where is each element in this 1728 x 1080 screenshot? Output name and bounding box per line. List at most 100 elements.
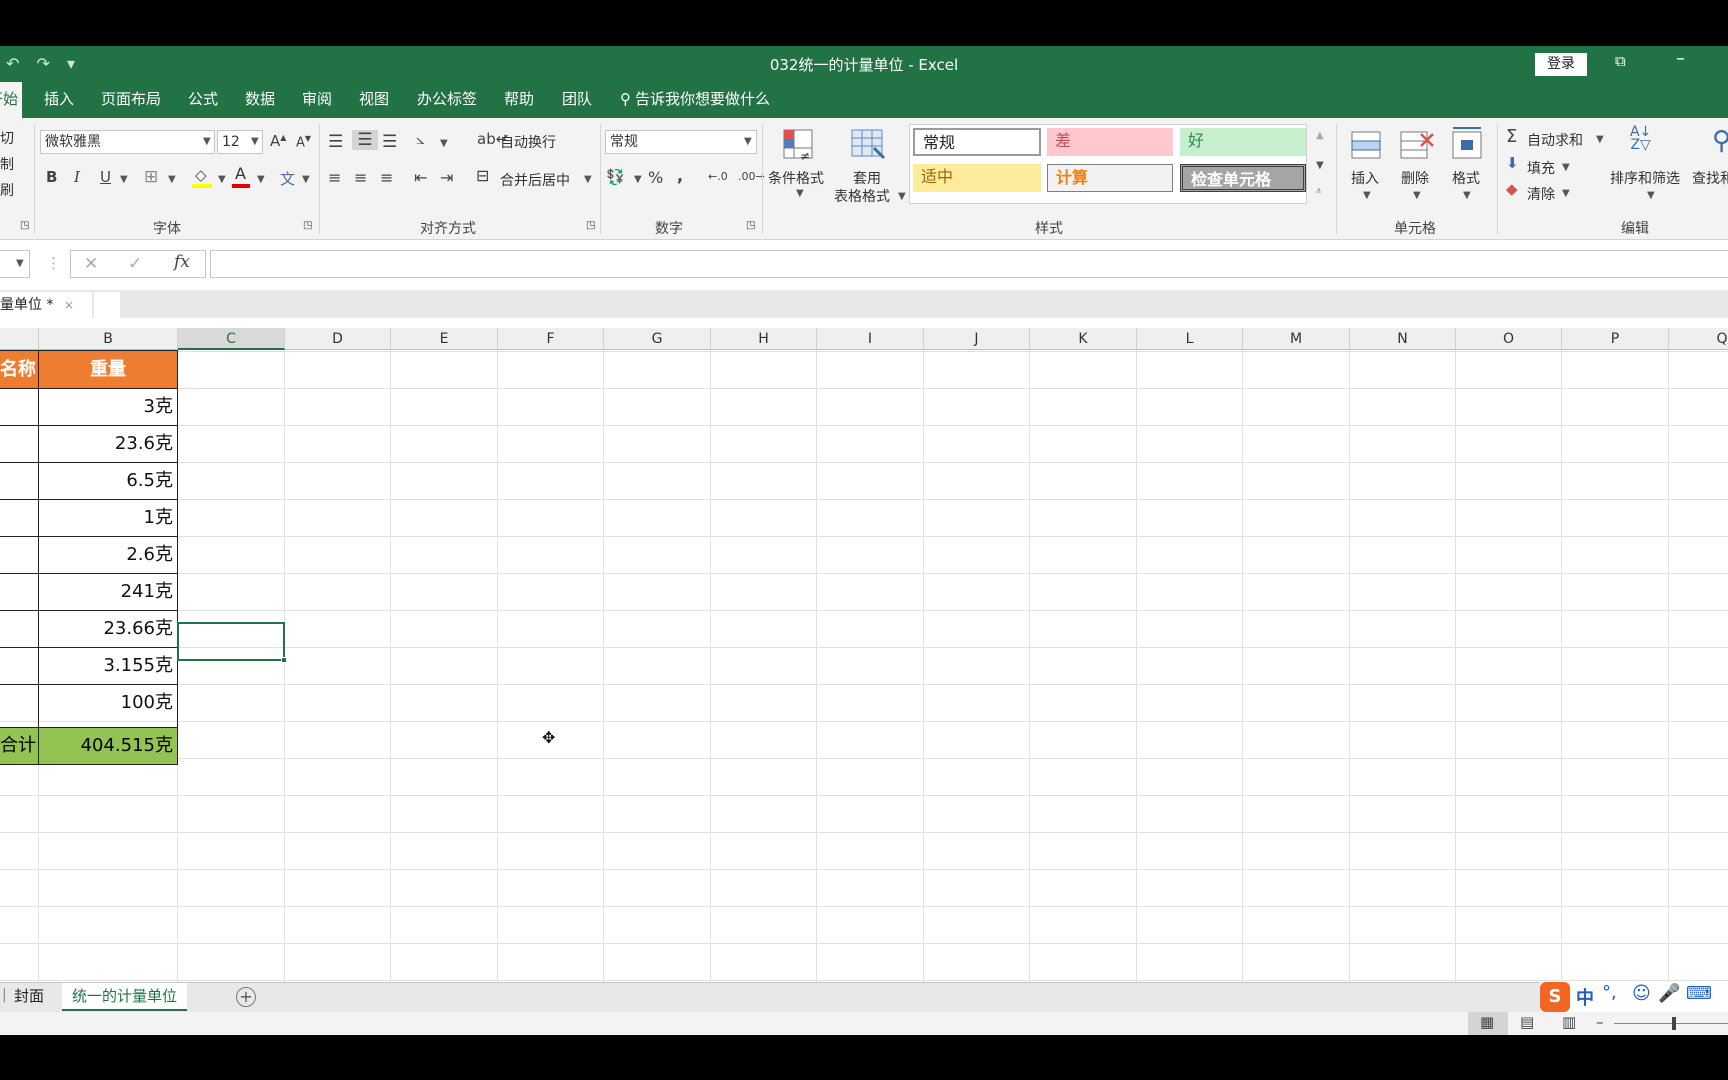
emoji-icon[interactable]: ☺ bbox=[1632, 983, 1651, 1004]
enter-icon[interactable]: ✓ bbox=[128, 254, 142, 274]
column-header-o[interactable]: O bbox=[1456, 328, 1562, 350]
column-header-j[interactable]: J bbox=[924, 328, 1030, 350]
column-header-h[interactable]: H bbox=[711, 328, 817, 350]
font-launcher-icon[interactable]: ◳ bbox=[303, 220, 312, 231]
insert-cells-button[interactable]: 插入 bbox=[1351, 168, 1379, 188]
column-header-m[interactable]: M bbox=[1243, 328, 1350, 350]
font-name-select[interactable]: 微软雅黑 bbox=[40, 130, 215, 154]
fill-button[interactable]: 填充 bbox=[1527, 158, 1555, 178]
phonetic-icon[interactable]: 文 bbox=[280, 168, 295, 189]
wrap-text-button[interactable]: 自动换行 bbox=[500, 132, 556, 152]
column-header-g[interactable]: G bbox=[604, 328, 711, 350]
punctuation-icon[interactable]: °, bbox=[1602, 982, 1617, 1003]
style-good[interactable]: 好 bbox=[1180, 128, 1306, 156]
cell-weight[interactable]: 2.6克 bbox=[39, 536, 177, 573]
font-color-icon[interactable]: A bbox=[232, 164, 252, 188]
cell-weight[interactable]: 23.66克 bbox=[39, 610, 177, 647]
gallery-up-icon[interactable]: ▲ bbox=[1316, 130, 1324, 141]
zoom-out-icon[interactable]: – bbox=[1596, 1013, 1604, 1031]
cell-b1-header[interactable]: 重量 bbox=[39, 351, 177, 388]
tab-page-layout[interactable]: 页面布局 bbox=[97, 82, 165, 118]
zoom-slider-thumb[interactable] bbox=[1672, 1017, 1676, 1030]
orientation-icon[interactable]: ⦣ bbox=[416, 130, 425, 148]
sheet-tab-cover[interactable]: 封面 bbox=[4, 983, 54, 1011]
selected-cell-c7[interactable] bbox=[177, 622, 285, 661]
format-as-table-line2[interactable]: 表格格式 bbox=[834, 186, 890, 206]
column-header-b[interactable]: B bbox=[39, 328, 178, 350]
autosum-button[interactable]: 自动求和 bbox=[1527, 130, 1583, 150]
tab-team[interactable]: 团队 bbox=[558, 82, 596, 118]
tab-view[interactable]: 视图 bbox=[355, 82, 393, 118]
tab-data[interactable]: 数据 bbox=[241, 82, 279, 118]
cell-weight[interactable]: 3.155克 bbox=[39, 647, 177, 684]
style-check-cell[interactable]: 检查单元格 bbox=[1180, 164, 1306, 192]
cell-a-name[interactable] bbox=[0, 647, 38, 684]
microphone-icon[interactable]: 🎤 bbox=[1658, 983, 1680, 1004]
add-sheet-icon[interactable]: + bbox=[236, 987, 256, 1007]
cell-total-value[interactable]: 404.515克 bbox=[39, 727, 177, 764]
decrease-indent-icon[interactable]: ⇤ bbox=[414, 168, 427, 187]
tab-home[interactable]: 开始 bbox=[0, 82, 23, 118]
column-header-e[interactable]: E bbox=[391, 328, 498, 350]
decrease-decimal-icon[interactable]: .00→ bbox=[738, 170, 765, 183]
ribbon-display-options-icon[interactable]: ⧉ bbox=[1615, 52, 1626, 70]
column-header-k[interactable]: K bbox=[1030, 328, 1137, 350]
new-document-tab[interactable] bbox=[94, 292, 120, 318]
style-calculation[interactable]: 计算 bbox=[1047, 164, 1173, 192]
format-as-table-line1[interactable]: 套用 bbox=[853, 168, 881, 188]
tab-formulas[interactable]: 公式 bbox=[184, 82, 222, 118]
fill-handle[interactable] bbox=[281, 657, 287, 663]
tab-insert[interactable]: 插入 bbox=[40, 82, 78, 118]
comma-style-icon[interactable]: , bbox=[677, 166, 683, 185]
cell-total-label[interactable]: 合计 bbox=[0, 727, 38, 764]
number-launcher-icon[interactable]: ◳ bbox=[746, 220, 755, 231]
normal-view-button[interactable]: ▦ bbox=[1468, 1012, 1508, 1035]
align-bottom-icon[interactable]: ☰ bbox=[382, 132, 397, 152]
bold-icon[interactable]: B bbox=[46, 168, 57, 186]
login-button[interactable]: 登录 bbox=[1535, 53, 1587, 76]
cell-a-name[interactable] bbox=[0, 573, 38, 610]
cell-a-name[interactable] bbox=[0, 684, 38, 721]
find-select-button[interactable]: 查找和选择 bbox=[1692, 168, 1728, 188]
copy-button[interactable]: 复制 bbox=[0, 154, 14, 174]
tab-office-tab[interactable]: 办公标签 bbox=[413, 82, 481, 118]
align-right-icon[interactable]: ≡ bbox=[380, 168, 393, 187]
delete-cells-button[interactable]: 删除 bbox=[1401, 168, 1429, 188]
border-icon[interactable]: ⊞ bbox=[144, 167, 158, 187]
align-left-icon[interactable]: ≡ bbox=[328, 168, 341, 187]
align-middle-icon[interactable]: ☰ bbox=[352, 130, 378, 150]
sheet-tab-active[interactable]: 统一的计量单位 bbox=[62, 983, 188, 1011]
column-header-p[interactable]: P bbox=[1562, 328, 1669, 350]
decrease-font-icon[interactable]: A▼ bbox=[296, 134, 311, 150]
cell-a-name[interactable] bbox=[0, 388, 38, 425]
name-box[interactable] bbox=[0, 250, 30, 278]
accounting-format-icon[interactable]: 💱 bbox=[606, 168, 625, 186]
cell-a-name[interactable] bbox=[0, 462, 38, 499]
document-tab[interactable]: 计量单位 * × bbox=[0, 292, 92, 318]
underline-icon[interactable]: U bbox=[100, 168, 111, 186]
conditional-format-button[interactable]: 条件格式 bbox=[768, 168, 824, 188]
column-header-a[interactable]: A bbox=[0, 328, 39, 350]
style-bad[interactable]: 差 bbox=[1047, 128, 1173, 156]
column-header-n[interactable]: N bbox=[1350, 328, 1456, 350]
tab-review[interactable]: 审阅 bbox=[298, 82, 336, 118]
clipboard-launcher-icon[interactable]: ◳ bbox=[20, 220, 29, 231]
sort-filter-button[interactable]: 排序和筛选 bbox=[1610, 168, 1680, 188]
column-header-d[interactable]: D bbox=[285, 328, 391, 350]
ime-toolbar[interactable]: S 中 °, ☺ 🎤 ⌨ bbox=[1540, 982, 1728, 1012]
align-center-icon[interactable]: ≡ bbox=[354, 168, 367, 187]
increase-decimal-icon[interactable]: ←.0 bbox=[708, 170, 728, 183]
gallery-more-icon[interactable]: ⩡ bbox=[1316, 186, 1322, 197]
cell-a-name[interactable] bbox=[0, 536, 38, 573]
fill-color-icon[interactable]: ◇ bbox=[192, 166, 214, 188]
cell-weight[interactable]: 6.5克 bbox=[39, 462, 177, 499]
insert-function-icon[interactable]: fx bbox=[174, 252, 190, 272]
page-break-view-icon[interactable]: ▥ bbox=[1562, 1013, 1576, 1031]
minimize-button[interactable]: – bbox=[1676, 48, 1685, 69]
column-header-l[interactable]: L bbox=[1137, 328, 1243, 350]
cell-weight[interactable]: 241克 bbox=[39, 573, 177, 610]
style-normal[interactable]: 常规 bbox=[913, 128, 1041, 156]
ime-mode[interactable]: 中 bbox=[1576, 984, 1594, 1010]
cell-a-name[interactable] bbox=[0, 499, 38, 536]
cancel-icon[interactable]: ✕ bbox=[84, 254, 98, 274]
